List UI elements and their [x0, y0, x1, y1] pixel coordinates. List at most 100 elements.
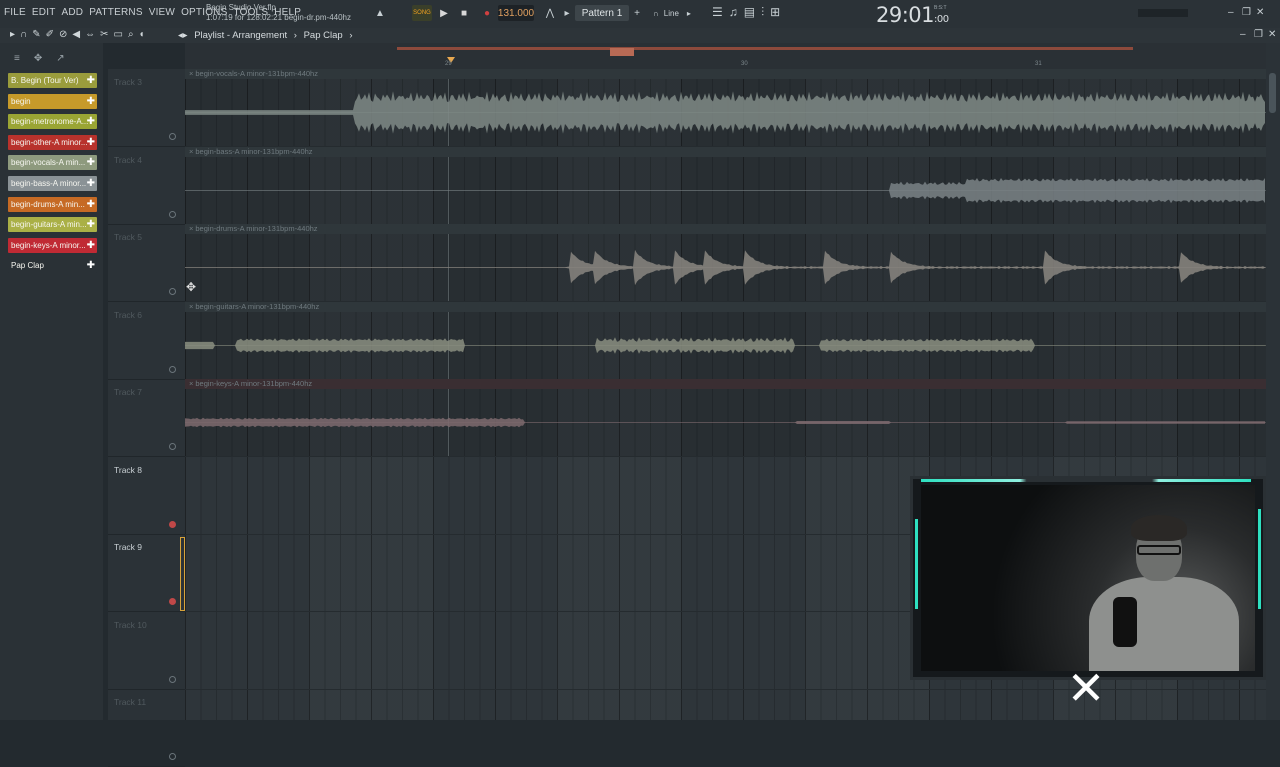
picker-item[interactable]: begin-metronome-A... ✚	[8, 114, 97, 130]
playlist-close-icon[interactable]: ✕	[1268, 29, 1276, 40]
breadcrumb-arrows-icon[interactable]: ◂▸	[178, 30, 188, 41]
timeline-ruler[interactable]: 29 30 31	[185, 43, 1266, 69]
clip-header[interactable]: × begin-bass-A minor-131bpm-440hz	[185, 146, 1266, 157]
options-arrow-icon[interactable]: ▸	[10, 29, 15, 40]
vertical-scrollbar[interactable]	[1266, 43, 1280, 720]
drag-handle-icon[interactable]: ✚	[87, 155, 95, 170]
clip-header[interactable]: × begin-guitars-A minor-131bpm-440hz	[185, 301, 1266, 312]
playlist-lane[interactable]: × begin-guitars-A minor-131bpm-440hz	[185, 301, 1266, 380]
horizontal-scroll-thumb[interactable]	[610, 48, 634, 56]
track-header[interactable]: Track 10	[108, 612, 185, 690]
vertical-scroll-thumb[interactable]	[1269, 73, 1276, 113]
playlist-minimize-icon[interactable]: –	[1240, 29, 1246, 40]
picker-item[interactable]: begin-guitars-A min... ✚	[8, 217, 97, 233]
playlist-lane[interactable]: × begin-drums-A minor-131bpm-440hz	[185, 224, 1266, 302]
picker-item[interactable]: begin-drums-A min... ✚	[8, 196, 97, 212]
pattern-selector[interactable]: Pattern 1	[575, 5, 629, 21]
picker-item[interactable]: begin-keys-A minor... ✚	[8, 237, 97, 253]
clip-menu-icon[interactable]: ×	[189, 302, 193, 311]
picker-audio-icon[interactable]: ✥	[34, 53, 42, 64]
drag-handle-icon[interactable]: ✚	[87, 197, 95, 212]
maximize-icon[interactable]: ❐	[1242, 7, 1251, 18]
drag-handle-icon[interactable]: ✚	[87, 114, 95, 129]
browser-icon[interactable]: ⊞	[770, 5, 780, 20]
add-pattern-icon[interactable]: +	[632, 5, 642, 21]
drag-handle-icon[interactable]: ✚	[87, 73, 95, 88]
clip-menu-icon[interactable]: ×	[189, 69, 193, 78]
picker-item[interactable]: begin ✚	[8, 93, 97, 109]
play-icon[interactable]: ▶	[437, 5, 451, 21]
tempo-display[interactable]: 131.000	[498, 5, 534, 21]
mute-tool-icon[interactable]: ◀	[72, 29, 80, 40]
delete-tool-icon[interactable]: ⊘	[59, 29, 67, 40]
slip-tool-icon[interactable]: ⇔	[85, 29, 95, 40]
playlist-lane[interactable]: × begin-bass-A minor-131bpm-440hz	[185, 146, 1266, 225]
drag-handle-icon[interactable]: ✚	[87, 94, 95, 109]
picker-item[interactable]: begin-vocals-A min... ✚	[8, 155, 97, 171]
magnet-tool-icon[interactable]: ∩	[20, 29, 27, 40]
menu-patterns[interactable]: PATTERNS	[89, 7, 142, 18]
track-mute-icon[interactable]	[169, 210, 176, 218]
track-header[interactable]: Track 5	[108, 224, 185, 302]
drag-handle-icon[interactable]: ✚	[87, 176, 95, 191]
pattern-prev-icon[interactable]: ▸	[562, 5, 572, 21]
clip-header[interactable]: × begin-vocals-A minor-131bpm-440hz	[185, 69, 1266, 79]
clip-menu-icon[interactable]: ×	[189, 224, 193, 233]
track-mute-icon[interactable]	[169, 133, 176, 140]
track-mute-icon[interactable]	[169, 520, 176, 528]
picker-automation-icon[interactable]: ↗	[56, 53, 64, 64]
track-header[interactable]: Track 8	[108, 457, 185, 535]
track-header[interactable]: Track 3	[108, 69, 185, 147]
picker-item[interactable]: begin-bass-A minor... ✚	[8, 175, 97, 191]
select-tool-icon[interactable]: ▭	[113, 29, 122, 40]
piano-roll-icon[interactable]: ♫	[729, 5, 738, 20]
clip-menu-icon[interactable]: ×	[189, 379, 193, 388]
picker-patterns-icon[interactable]: ≡	[14, 53, 20, 64]
track-header[interactable]: Track 11	[108, 689, 185, 767]
playlist-icon[interactable]: ☰	[712, 5, 723, 20]
drag-handle-icon[interactable]: ✚	[87, 258, 95, 273]
channel-rack-icon[interactable]: ▤	[744, 5, 755, 20]
track-mute-icon[interactable]	[169, 288, 176, 295]
drag-handle-icon[interactable]: ✚	[87, 238, 95, 253]
playback-tool-icon[interactable]: ◖	[139, 29, 145, 40]
picker-item[interactable]: begin-other-A minor... ✚	[8, 134, 97, 150]
slice-tool-icon[interactable]: ✂	[100, 29, 108, 40]
close-icon[interactable]: ✕	[1256, 7, 1264, 18]
track-header[interactable]: Track 6	[108, 302, 185, 380]
draw-tool-icon[interactable]: ✎	[32, 29, 40, 40]
track-mute-icon[interactable]	[169, 675, 176, 683]
playlist-maximize-icon[interactable]: ❐	[1254, 29, 1263, 40]
clip-header[interactable]: × begin-keys-A minor-131bpm-440hz	[185, 379, 1266, 389]
drag-handle-icon[interactable]: ✚	[87, 217, 95, 232]
picker-item[interactable]: B. Begin (Tour Ver) ✚	[8, 73, 97, 88]
playlist-lane[interactable]: × begin-vocals-A minor-131bpm-440hz	[185, 69, 1266, 147]
menu-add[interactable]: ADD	[62, 7, 84, 18]
track-header[interactable]: Track 9	[108, 534, 185, 612]
minimize-icon[interactable]: –	[1228, 7, 1234, 18]
metronome-icon[interactable]: ⋀	[542, 5, 558, 21]
paint-tool-icon[interactable]: ✐	[46, 29, 54, 40]
menu-edit[interactable]: EDIT	[32, 7, 56, 18]
track-mute-icon[interactable]	[169, 365, 176, 373]
zoom-tool-icon[interactable]: ⌕	[128, 29, 134, 40]
mixer-window-icon[interactable]: ⫶	[761, 5, 764, 20]
menu-file[interactable]: FILE	[4, 7, 26, 18]
track-mute-icon[interactable]	[169, 753, 176, 760]
mixer-icon[interactable]: ▲	[372, 5, 388, 21]
clip-menu-icon[interactable]: ×	[189, 147, 193, 156]
track-header[interactable]: Track 7	[108, 379, 185, 457]
record-icon[interactable]: ●	[480, 5, 494, 21]
playlist-lane[interactable]: × begin-keys-A minor-131bpm-440hz	[185, 379, 1266, 457]
snap-selector[interactable]: ∩ Line ▸	[648, 5, 696, 21]
track-header[interactable]: Track 4	[108, 147, 185, 225]
clip-header[interactable]: × begin-drums-A minor-131bpm-440hz	[185, 224, 1266, 234]
stop-icon[interactable]: ■	[457, 5, 471, 21]
song-mode-button[interactable]: SONG	[412, 5, 432, 21]
track-mute-icon[interactable]	[169, 443, 176, 450]
track-mute-icon[interactable]	[169, 598, 176, 605]
picker-item[interactable]: Pap Clap ✚	[8, 258, 97, 274]
drag-handle-icon[interactable]: ✚	[87, 135, 95, 150]
menu-view[interactable]: VIEW	[149, 7, 175, 18]
horizontal-scrollbar[interactable]	[397, 47, 1133, 56]
